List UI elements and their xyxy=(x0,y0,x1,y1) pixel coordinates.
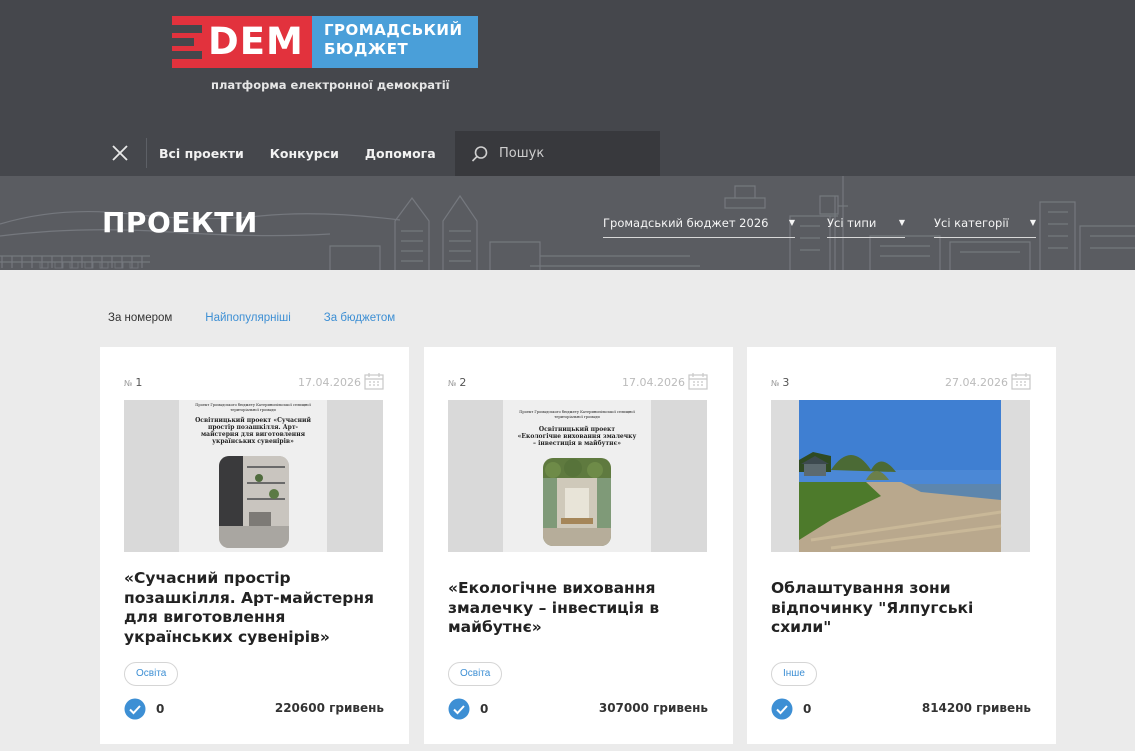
hero-banner: ПРОЕКТИ Громадський бюджет 2026 ▼ Усі ти… xyxy=(0,176,1135,270)
logo-blue-block: ГРОМАДСЬКИЙ БЮДЖЕТ xyxy=(312,16,478,68)
type-filter-value: Усі типи xyxy=(827,216,877,230)
project-title[interactable]: «Сучасний простір позашкілля. Арт-майсте… xyxy=(124,569,392,647)
doc-top-text: Проект Громадського бюджету Катеринопіль… xyxy=(519,410,635,419)
vote-count: 0 xyxy=(480,702,489,716)
doc-heading-text: Освітницький проект «Сучасний простір по… xyxy=(195,417,311,445)
project-doc-preview: Проект Громадського бюджету Катеринопіль… xyxy=(179,400,327,552)
vote-control[interactable]: 0 xyxy=(771,698,811,720)
calendar-icon xyxy=(1011,373,1031,390)
project-date: 17.04.2026 xyxy=(622,376,685,389)
chevron-down-icon: ▼ xyxy=(788,218,795,227)
project-card[interactable]: № 3 27.04.2026 Облаштування зони відпочин… xyxy=(747,347,1056,744)
project-budget: 814200 гривень xyxy=(921,701,1031,715)
category-filter-select[interactable]: Усі категорії ▼ xyxy=(934,216,1036,238)
sort-popular[interactable]: Найпопулярніші xyxy=(205,312,291,324)
check-circle-icon xyxy=(124,698,146,720)
nav-help[interactable]: Допомога xyxy=(365,146,436,161)
project-date: 17.04.2026 xyxy=(298,376,361,389)
site-logo[interactable]: DEM ГРОМАДСЬКИЙ БЮДЖЕТ xyxy=(172,14,482,70)
sort-by-number[interactable]: За номером xyxy=(108,312,172,324)
category-tag[interactable]: Освіта xyxy=(448,662,503,686)
chevron-down-icon: ▼ xyxy=(898,218,905,227)
logo-dem-text: DEM xyxy=(208,20,304,63)
logo-line1: ГРОМАДСЬКИЙ xyxy=(324,21,463,39)
project-number: № 1 xyxy=(124,376,143,389)
chevron-down-icon: ▼ xyxy=(1029,218,1036,227)
search-icon xyxy=(471,145,488,162)
project-title[interactable]: «Екологічне виховання змалечку – інвести… xyxy=(448,579,716,638)
project-card[interactable]: № 2 17.04.2026 Проект Громадського бюджет… xyxy=(424,347,733,744)
main-nav: Всі проекти Конкурси Допомога xyxy=(100,130,462,176)
lakeside-photo xyxy=(771,400,1030,552)
project-doc-preview: Проект Громадського бюджету Катеринопіль… xyxy=(503,400,651,552)
category-tag[interactable]: Освіта xyxy=(124,662,179,686)
site-header: DEM ГРОМАДСЬКИЙ БЮДЖЕТ платформа електро… xyxy=(0,0,1135,270)
close-icon[interactable] xyxy=(100,130,140,176)
check-circle-icon xyxy=(448,698,470,720)
nav-divider xyxy=(146,138,147,168)
vote-count: 0 xyxy=(156,702,165,716)
logo-line2: БЮДЖЕТ xyxy=(324,40,409,58)
nav-all-projects[interactable]: Всі проекти xyxy=(159,146,244,161)
calendar-icon xyxy=(688,373,708,390)
doc-heading-text: Освітницький проект «Екологічне вихованн… xyxy=(517,426,637,447)
budget-filter-select[interactable]: Громадський бюджет 2026 ▼ xyxy=(603,216,795,238)
logo-subtitle: платформа електронної демократії xyxy=(211,78,450,92)
sort-by-budget[interactable]: За бюджетом xyxy=(324,312,395,324)
doc-top-text: Проект Громадського бюджету Катеринопіль… xyxy=(195,403,311,412)
sort-tabs: За номером Найпопулярніші За бюджетом xyxy=(108,312,428,324)
nav-contests[interactable]: Конкурси xyxy=(270,146,339,161)
project-number: № 2 xyxy=(448,376,467,389)
project-image[interactable] xyxy=(771,400,1030,552)
category-tag[interactable]: Інше xyxy=(771,662,817,686)
category-filter-value: Усі категорії xyxy=(934,216,1009,230)
vote-control[interactable]: 0 xyxy=(124,698,164,720)
project-title[interactable]: Облаштування зони відпочинку "Ялпугські … xyxy=(771,579,1039,638)
search-placeholder: Пошук xyxy=(499,146,545,161)
project-image[interactable]: Проект Громадського бюджету Катеринопіль… xyxy=(448,400,707,552)
project-card[interactable]: № 1 17.04.2026 Проект Громадського бюджет… xyxy=(100,347,409,744)
project-image[interactable]: Проект Громадського бюджету Катеринопіль… xyxy=(124,400,383,552)
project-date: 27.04.2026 xyxy=(945,376,1008,389)
page-title: ПРОЕКТИ xyxy=(102,206,258,239)
search-input[interactable]: Пошук xyxy=(455,131,660,176)
project-budget: 220600 гривень xyxy=(274,701,384,715)
interior-photo xyxy=(219,456,289,548)
eco-room-photo xyxy=(543,458,611,546)
project-budget: 307000 гривень xyxy=(598,701,708,715)
check-circle-icon xyxy=(771,698,793,720)
budget-filter-value: Громадський бюджет 2026 xyxy=(603,216,769,230)
logo-red-block: DEM xyxy=(172,16,312,68)
vote-count: 0 xyxy=(803,702,812,716)
project-number: № 3 xyxy=(771,376,790,389)
type-filter-select[interactable]: Усі типи ▼ xyxy=(827,216,905,238)
vote-control[interactable]: 0 xyxy=(448,698,488,720)
calendar-icon xyxy=(364,373,384,390)
